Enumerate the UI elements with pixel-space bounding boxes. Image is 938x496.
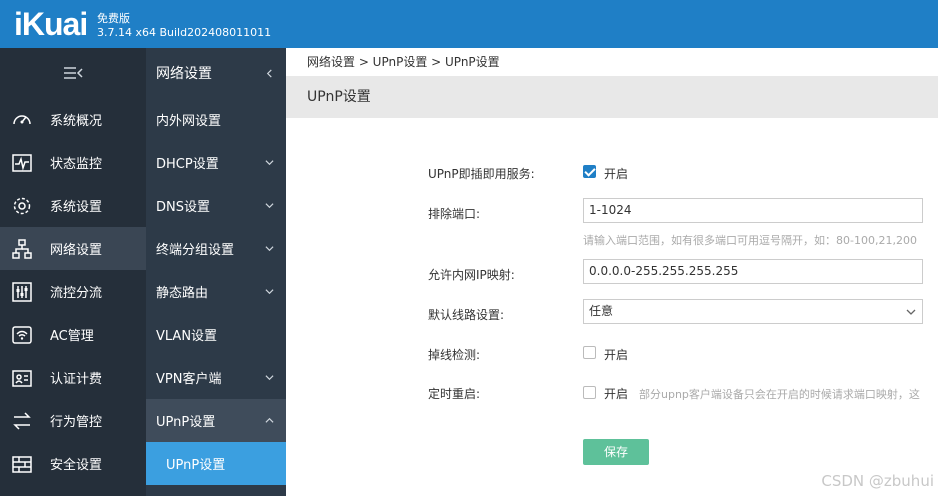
subnav-item-wan-lan[interactable]: 内外网设置: [146, 98, 286, 141]
left-nav: 系统概况 状态监控 系统设置 网络设置 流控分流 AC管理 认证计费 行为管控 …: [0, 48, 146, 496]
subnav-item-label: VPN客户端: [156, 372, 222, 387]
default-line-select[interactable]: 任意: [583, 299, 923, 324]
scheduled-reboot-hint: 部分upnp客户端设备只会在开启的时候请求端口映射，这: [639, 388, 920, 401]
scheduled-reboot-option: 开启: [604, 387, 629, 401]
monitor-wave-icon: [11, 152, 33, 174]
chevron-down-icon: [265, 246, 274, 252]
nav-item-label: 状态监控: [50, 157, 103, 172]
subnav-item-label: UPnP设置: [166, 458, 226, 473]
subnav-item-upnp-group[interactable]: UPnP设置: [146, 399, 286, 442]
exclude-ports-input[interactable]: 1-1024: [583, 198, 923, 223]
subnav-item-label: 内外网设置: [156, 114, 222, 129]
exclude-ports-label: 排除端口:: [428, 207, 481, 221]
subnav-item-vlan[interactable]: VLAN设置: [146, 313, 286, 356]
sliders-icon: [11, 281, 33, 303]
top-header: iKuai 免费版 3.7.14 x64 Build202408011011: [0, 0, 938, 48]
nav-item-label: 流控分流: [50, 286, 103, 301]
subnav-item-label: VLAN设置: [156, 329, 218, 344]
upnp-service-option: 开启: [604, 167, 629, 181]
breadcrumb: 网络设置 > UPnP设置 > UPnP设置: [307, 55, 500, 69]
nav-item-label: 认证计费: [50, 372, 103, 387]
upnp-service-label: UPnP即插即用服务:: [428, 167, 535, 181]
nav-item-monitor[interactable]: 状态监控: [0, 141, 146, 184]
nav-item-label: AC管理: [50, 329, 94, 344]
gauge-icon: [11, 109, 33, 131]
default-line-label: 默认线路设置:: [428, 308, 505, 322]
subnav-item-label: UPnP设置: [156, 415, 216, 430]
nav-item-label: 系统概况: [50, 114, 103, 129]
id-card-icon: [11, 367, 33, 389]
save-button[interactable]: 保存: [583, 439, 649, 465]
collapse-menu-button[interactable]: [0, 48, 146, 98]
nav-item-label: 网络设置: [50, 243, 103, 258]
subnav-item-static-route[interactable]: 静态路由: [146, 270, 286, 313]
subnav-header[interactable]: 网络设置: [146, 48, 286, 98]
drop-detection-option: 开启: [604, 348, 629, 362]
subnav-item-label: DNS设置: [156, 200, 210, 215]
chevron-up-icon: [265, 417, 274, 423]
main-content: 网络设置 > UPnP设置 > UPnP设置 UPnP设置 UPnP即插即用服务…: [286, 48, 938, 496]
chevron-down-icon: [265, 203, 274, 209]
nav-item-label: 行为管控: [50, 415, 103, 430]
scheduled-reboot-checkbox[interactable]: [583, 386, 596, 399]
subnav-item-dns[interactable]: DNS设置: [146, 184, 286, 227]
chevron-down-icon: [906, 309, 916, 315]
edition-label: 免费版: [97, 12, 130, 25]
arrows-exchange-icon: [11, 410, 33, 432]
nav-item-flow-control[interactable]: 流控分流: [0, 270, 146, 313]
chevron-down-icon: [265, 375, 274, 381]
menu-collapse-icon: [64, 67, 83, 79]
drop-detection-checkbox[interactable]: [583, 346, 596, 359]
subnav-item-label: 终端分组设置: [156, 243, 235, 258]
gear-icon: [11, 195, 33, 217]
scheduled-reboot-label: 定时重启:: [428, 387, 481, 401]
firewall-icon: [11, 453, 33, 475]
nav-item-overview[interactable]: 系统概况: [0, 98, 146, 141]
subnav-item-vpn-client[interactable]: VPN客户端: [146, 356, 286, 399]
nav-item-network[interactable]: 网络设置: [0, 227, 146, 270]
nav-item-label: 安全设置: [50, 458, 103, 473]
nav-item-behavior[interactable]: 行为管控: [0, 399, 146, 442]
subnav-item-terminal-group[interactable]: 终端分组设置: [146, 227, 286, 270]
nav-item-auth-billing[interactable]: 认证计费: [0, 356, 146, 399]
nav-item-security[interactable]: 安全设置: [0, 442, 146, 485]
subnav-item-label: DHCP设置: [156, 157, 219, 172]
ikuai-logo[interactable]: iKuai: [14, 6, 88, 43]
upnp-service-checkbox[interactable]: [583, 165, 596, 178]
subnav-title: 网络设置: [156, 66, 212, 82]
nav-item-label: 系统设置: [50, 200, 103, 215]
page-title: UPnP设置: [286, 76, 938, 118]
subnav-item-label: 静态路由: [156, 286, 209, 301]
watermark: CSDN @zbuhui: [821, 472, 934, 490]
default-line-value: 任意: [589, 304, 614, 318]
chevron-down-icon: [265, 160, 274, 166]
sub-nav: 网络设置 内外网设置 DHCP设置 DNS设置 终端分组设置 静态路由 VLAN…: [146, 48, 286, 496]
network-icon: [11, 238, 33, 260]
nav-item-system[interactable]: 系统设置: [0, 184, 146, 227]
subnav-item-upnp-settings[interactable]: UPnP设置: [146, 442, 286, 485]
chevron-left-icon[interactable]: [265, 68, 274, 78]
build-label: 3.7.14 x64 Build202408011011: [97, 26, 272, 39]
drop-detection-label: 掉线检测:: [428, 348, 481, 362]
wifi-router-icon: [11, 324, 33, 346]
exclude-ports-hint: 请输入端口范围，如有很多端口可用逗号隔开，如：80-100,21,200: [583, 234, 917, 247]
chevron-down-icon: [265, 289, 274, 295]
subnav-item-dhcp[interactable]: DHCP设置: [146, 141, 286, 184]
allow-ip-mapping-input[interactable]: 0.0.0.0-255.255.255.255: [583, 259, 923, 284]
allow-ip-mapping-label: 允许内网IP映射:: [428, 268, 515, 282]
nav-item-ac[interactable]: AC管理: [0, 313, 146, 356]
